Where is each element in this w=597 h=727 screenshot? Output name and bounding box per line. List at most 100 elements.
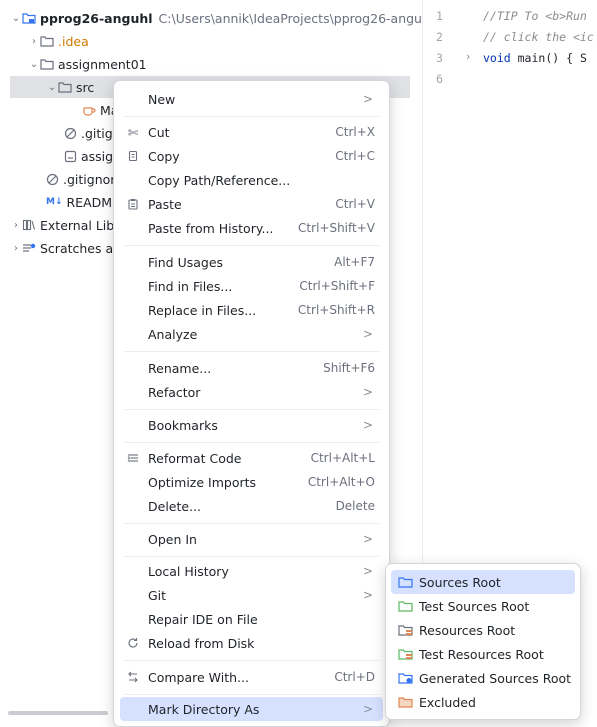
chevron-right-icon: > [362,702,373,716]
reload-icon [122,637,144,649]
menu-item-analyze[interactable]: Analyze > [120,322,383,346]
code-line[interactable]: //TIP To <b>Run [483,9,587,23]
menu-item-refactor[interactable]: Refactor > [120,380,383,404]
menu-item-local-history[interactable]: Local History > [120,559,383,583]
menu-item-find-in-files[interactable]: Find in Files... Ctrl+Shift+F [120,274,383,298]
menu-item-label: Reload from Disk [148,635,255,651]
menu-item-shortcut: Ctrl+D [334,670,375,684]
fold-chevron-icon[interactable]: › [466,50,470,63]
menu-item-git[interactable]: Git > [120,583,383,607]
tree-item-label: Scratches a [40,240,114,256]
chevron-right-icon[interactable]: › [10,243,22,254]
menu-item-shortcut: Shift+F6 [323,361,375,375]
menu-item-mark-directory-as[interactable]: Mark Directory As > [120,697,383,721]
menu-item-paste-from-history[interactable]: Paste from History... Ctrl+Shift+V [120,216,383,240]
submenu-item-label: Excluded [419,694,476,710]
chevron-right-icon: > [362,418,373,432]
chevron-right-icon: > [362,92,373,106]
menu-separator [124,660,379,661]
tree-item-assignment01[interactable]: ⌄ assignment01 [28,53,147,75]
menu-item-compare-with[interactable]: Compare With... Ctrl+D [120,665,383,689]
menu-item-shortcut: Ctrl+Shift+R [297,303,375,317]
menu-item-rename[interactable]: Rename... Shift+F6 [120,356,383,380]
menu-item-replace-in-files[interactable]: Replace in Files... Ctrl+Shift+R [120,298,383,322]
menu-item-label: Bookmarks [148,417,218,433]
chevron-down-icon[interactable]: ⌄ [46,82,58,93]
tree-item-label: .gitignor [63,171,116,187]
menu-item-cut[interactable]: ✄ Cut Ctrl+X [120,120,383,144]
menu-item-label: Paste from History... [148,220,274,236]
menu-item-repair-ide[interactable]: Repair IDE on File [120,607,383,631]
tree-item-module-file[interactable]: assig [64,145,113,167]
submenu-item-label: Generated Sources Root [419,670,572,686]
menu-item-label: Delete... [148,498,201,514]
scratches-icon [22,242,36,254]
menu-separator [124,409,379,410]
reformat-icon [122,452,144,464]
submenu-item-sources-root[interactable]: Sources Root [391,570,575,594]
code-line[interactable]: // click the <ic [483,30,594,44]
compare-icon [122,671,144,683]
module-file-icon [64,150,77,163]
menu-item-copy-path[interactable]: Copy Path/Reference... [120,168,383,192]
menu-separator [124,694,379,695]
chevron-right-icon[interactable]: › [28,36,40,47]
menu-item-find-usages[interactable]: Find Usages Alt+F7 [120,250,383,274]
menu-item-shortcut: Ctrl+Shift+F [299,279,375,293]
horizontal-scrollbar[interactable] [8,711,108,715]
menu-item-label: Compare With... [148,669,249,685]
submenu-item-label: Sources Root [419,574,501,590]
library-icon [22,219,36,231]
tree-item-readme[interactable]: M↓ README [46,191,120,213]
submenu-item-resources-root[interactable]: Resources Root [391,618,575,642]
menu-item-label: Copy [148,148,180,164]
menu-separator [124,556,379,557]
tree-item-label: External Lib [40,217,115,233]
menu-item-label: Find Usages [148,254,224,270]
tree-item-gitignore[interactable]: .gitignor [46,168,115,190]
menu-item-paste[interactable]: Paste Ctrl+V [120,192,383,216]
chevron-down-icon[interactable]: ⌄ [10,13,22,24]
submenu-item-label: Test Resources Root [419,646,544,662]
menu-item-shortcut: Alt+F7 [334,255,375,269]
menu-item-open-in[interactable]: Open In > [120,527,383,551]
tree-item-project-root[interactable]: ⌄ pprog26-anguhl C:\Users\annik\IdeaProj… [10,7,434,29]
menu-item-bookmarks[interactable]: Bookmarks > [120,413,383,437]
menu-item-copy[interactable]: Copy Ctrl+C [120,144,383,168]
line-number: 6 [436,72,443,86]
submenu-item-excluded[interactable]: Excluded [391,690,575,714]
paste-icon [122,198,144,210]
project-path: C:\Users\annik\IdeaProjects\pprog26-angu… [158,10,434,26]
tree-item-idea[interactable]: › .idea [28,30,89,52]
markdown-icon: M↓ [46,197,63,207]
submenu-item-test-sources-root[interactable]: Test Sources Root [391,594,575,618]
project-name: pprog26-anguhl [40,10,153,26]
tree-item-external-libraries[interactable]: › External Lib [10,214,114,236]
menu-item-delete[interactable]: Delete... Delete [120,494,383,518]
menu-item-reformat-code[interactable]: Reformat Code Ctrl+Alt+L [120,446,383,470]
cut-icon: ✄ [127,124,139,140]
submenu-item-generated-sources-root[interactable]: Generated Sources Root [391,666,575,690]
sources-root-icon [394,576,416,588]
menu-item-label: Open In [148,531,197,547]
line-number: 2 [436,30,443,44]
chevron-right-icon: > [362,327,373,341]
chevron-down-icon[interactable]: ⌄ [28,59,40,70]
resources-root-icon [394,624,416,636]
ignored-file-icon [64,127,77,140]
menu-item-reload-from-disk[interactable]: Reload from Disk [120,631,383,655]
menu-item-label: Find in Files... [148,278,233,294]
code-keyword: void [483,51,511,65]
menu-item-new[interactable]: New > [120,87,383,111]
code-line[interactable]: void main() { S [483,51,587,65]
submenu-item-test-resources-root[interactable]: Test Resources Root [391,642,575,666]
line-number: 1 [436,9,443,23]
chevron-right-icon[interactable]: › [10,220,22,231]
context-menu: New > ✄ Cut Ctrl+X Copy Ctrl+C Copy Path/Ref… [113,80,390,727]
project-folder-icon [22,12,36,24]
menu-item-label: Paste [148,196,182,212]
menu-item-optimize-imports[interactable]: Optimize Imports Ctrl+Alt+O [120,470,383,494]
menu-item-label: Git [148,587,167,603]
tree-item-scratches[interactable]: › Scratches a [10,237,113,259]
folder-icon [40,58,54,70]
